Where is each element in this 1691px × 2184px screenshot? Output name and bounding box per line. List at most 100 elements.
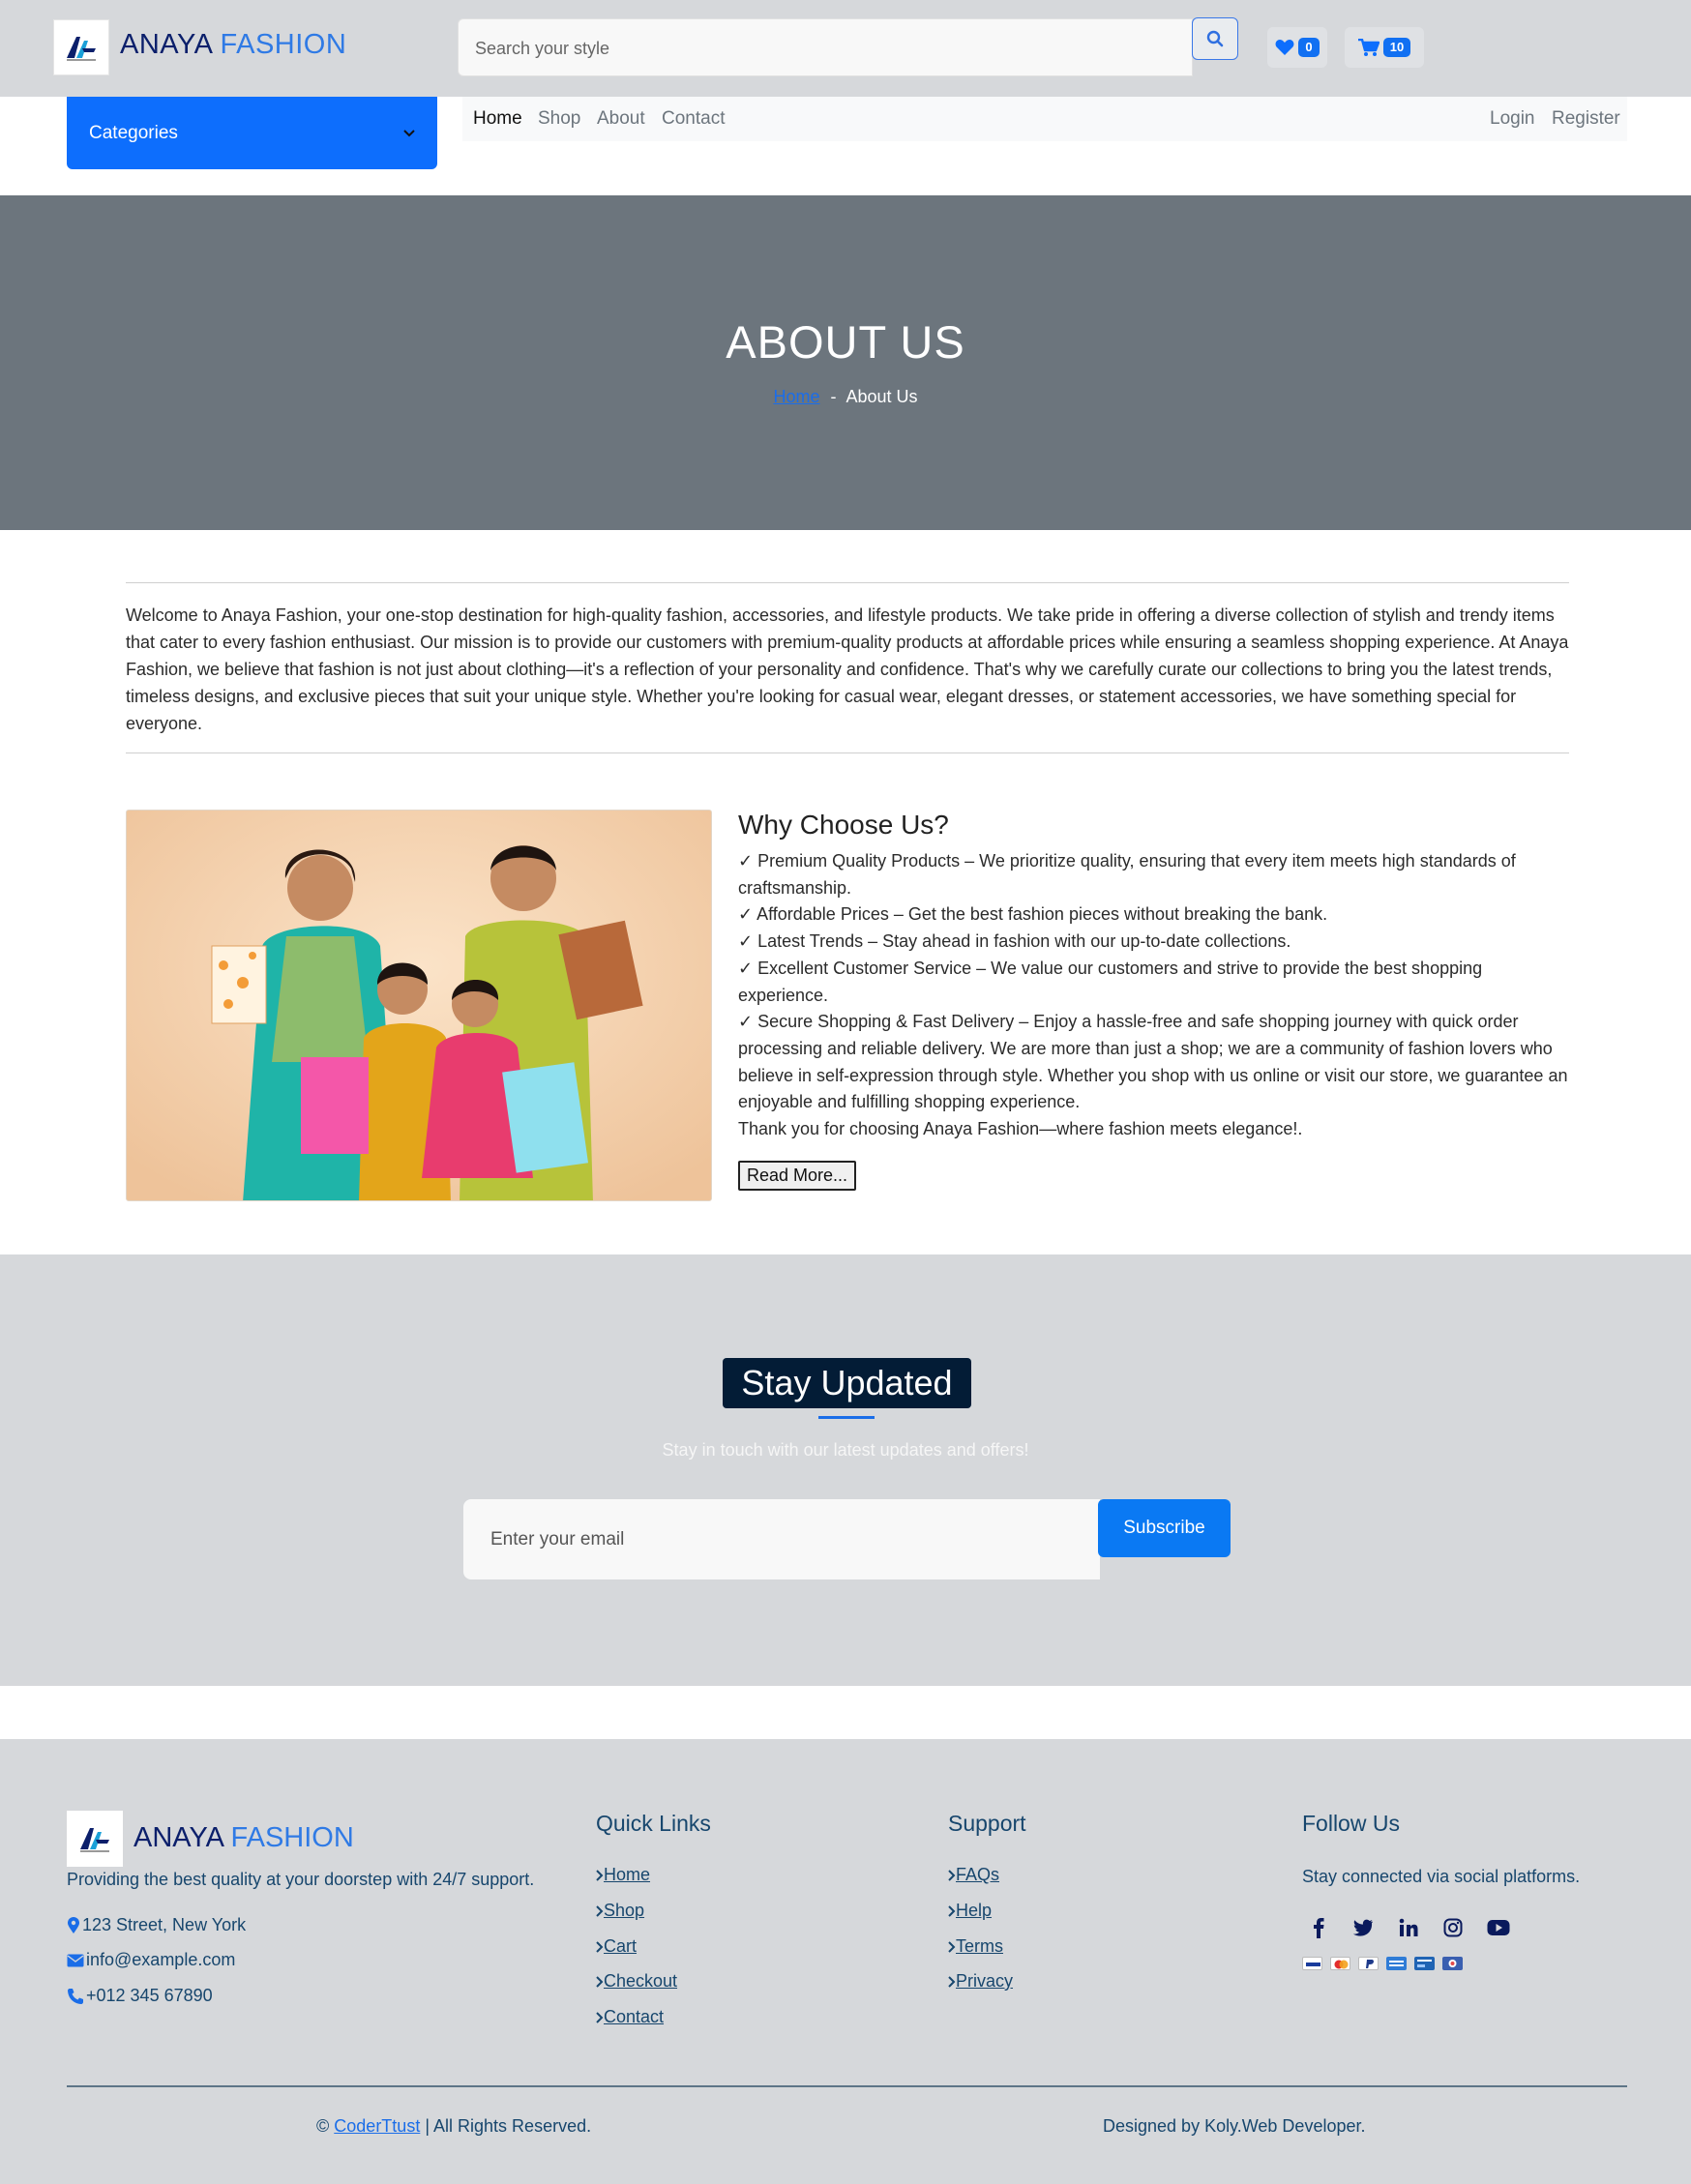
chevron-right-icon [948, 1904, 956, 1917]
follow-title: Follow Us [1302, 1811, 1400, 1836]
chevron-right-icon [596, 1975, 604, 1988]
footer-phone: +012 345 67890 [67, 1986, 213, 2006]
instagram-icon[interactable] [1439, 1913, 1468, 1942]
nav-link-contact[interactable]: Contact [662, 108, 725, 130]
follow-text: Stay connected via social platforms. [1302, 1867, 1581, 1886]
chevron-right-icon [596, 1940, 604, 1953]
newsletter-email-input[interactable]: Enter your email [463, 1499, 1100, 1579]
logo-mark-icon [67, 37, 96, 61]
footer-address-text: 123 Street, New York [82, 1915, 247, 1934]
footer-link-terms-label[interactable]: Terms [956, 1936, 1003, 1957]
envelope-icon [67, 1954, 84, 1966]
nav-link-home[interactable]: Home [473, 108, 522, 130]
chevron-down-icon [403, 129, 415, 136]
breadcrumb-current: About Us [846, 387, 918, 406]
footer-link-cart-label[interactable]: Cart [604, 1936, 637, 1957]
categories-dropdown[interactable]: Categories [67, 97, 437, 169]
footer-tagline: Providing the best quality at your doors… [67, 1870, 535, 1889]
bank-card-icon [1414, 1957, 1435, 1970]
nav-link-about[interactable]: About [597, 108, 645, 130]
footer-designed-by: Designed by Koly.Web Developer. [1103, 2116, 1366, 2136]
brand-name-part2: FASHION [220, 29, 347, 60]
footer-email: info@example.com [67, 1950, 235, 1970]
footer-address: 123 Street, New York [67, 1915, 246, 1935]
why-point-quality: ✓ Premium Quality Products – We prioriti… [738, 851, 1516, 898]
cart-icon [1357, 38, 1380, 56]
copyright-rest: | All Rights Reserved. [425, 2116, 592, 2136]
footer-logo[interactable] [67, 1811, 123, 1867]
heart-icon [1275, 40, 1294, 55]
footer-link-privacy-label[interactable]: Privacy [956, 1971, 1013, 1992]
footer-link-help-label[interactable]: Help [956, 1901, 992, 1921]
newsletter-title: Stay Updated [723, 1358, 971, 1408]
footer-link-contact-label[interactable]: Contact [604, 2007, 664, 2027]
footer-link-home-label[interactable]: Home [604, 1865, 650, 1885]
brand-name-part1: ANAYA [120, 29, 212, 60]
footer-link-help[interactable]: Help [948, 1901, 992, 1921]
nav-link-shop[interactable]: Shop [538, 108, 580, 130]
mastercard-icon [1330, 1957, 1350, 1970]
footer-brand-part1: ANAYA [134, 1822, 223, 1853]
family-shopping-image [126, 810, 712, 1201]
categories-label: Categories [89, 122, 178, 143]
footer-phone-text: +012 345 67890 [86, 1986, 213, 2005]
breadcrumb-separator: - [830, 387, 837, 406]
breadcrumb: Home - About Us [0, 387, 1691, 407]
search-icon [1206, 30, 1224, 47]
cart-count-badge: 10 [1382, 38, 1411, 57]
footer-link-home[interactable]: Home [596, 1865, 650, 1885]
intro-top-divider [126, 582, 1569, 583]
diners-icon [1442, 1957, 1463, 1970]
chevron-right-icon [596, 2011, 604, 2023]
why-point-delivery: ✓ Secure Shopping & Fast Delivery – Enjo… [738, 1012, 1568, 1112]
footer-link-checkout[interactable]: Checkout [596, 1971, 677, 1992]
about-intro-text: Welcome to Anaya Fashion, your one-stop … [126, 605, 1569, 733]
register-link[interactable]: Register [1552, 108, 1620, 130]
read-more-button[interactable]: Read More... [738, 1160, 857, 1191]
why-choose-section: Why Choose Us? ✓ Premium Quality Product… [738, 810, 1570, 1191]
subscribe-button[interactable]: Subscribe [1098, 1499, 1231, 1557]
chevron-right-icon [596, 1869, 604, 1881]
footer-link-terms[interactable]: Terms [948, 1936, 1003, 1957]
footer-divider [67, 2085, 1627, 2087]
footer-link-cart[interactable]: Cart [596, 1936, 637, 1957]
footer-link-shop[interactable]: Shop [596, 1901, 644, 1921]
map-marker-icon [68, 1916, 79, 1933]
wishlist-button[interactable]: 0 [1267, 27, 1327, 68]
breadcrumb-home-link[interactable]: Home [773, 387, 819, 406]
why-choose-title: Why Choose Us? [738, 810, 949, 840]
newsletter-subtitle: Stay in touch with our latest updates an… [662, 1440, 1029, 1460]
footer-link-contact[interactable]: Contact [596, 2007, 664, 2027]
top-header: ANAYA FASHION Search your style 0 10 [0, 0, 1691, 97]
copyright-link[interactable]: CoderTtust [334, 2116, 420, 2136]
footer-brand-name: ANAYA FASHION [134, 1822, 354, 1854]
footer-link-shop-label[interactable]: Shop [604, 1901, 644, 1921]
chevron-right-icon [596, 1904, 604, 1917]
chevron-right-icon [948, 1940, 956, 1953]
search-input[interactable]: Search your style [458, 18, 1193, 76]
support-title: Support [948, 1811, 1026, 1836]
footer-link-privacy[interactable]: Privacy [948, 1971, 1013, 1992]
brand-logo[interactable] [53, 19, 109, 75]
chevron-right-icon [948, 1975, 956, 1988]
newsletter-section: Stay Updated Stay in touch with our late… [0, 1254, 1691, 1686]
copyright-symbol: © [316, 2116, 330, 2136]
facebook-icon[interactable] [1304, 1913, 1333, 1942]
youtube-icon[interactable] [1484, 1913, 1513, 1942]
search-button[interactable] [1192, 17, 1238, 60]
footer-brand-part2: FASHION [230, 1822, 354, 1853]
why-point-prices: ✓ Affordable Prices – Get the best fashi… [738, 904, 1328, 925]
footer-link-faqs-label[interactable]: FAQs [956, 1865, 999, 1885]
cart-button[interactable]: 10 [1345, 27, 1424, 68]
footer-copyright: © CoderTtust | All Rights Reserved. [316, 2116, 591, 2137]
twitter-icon[interactable] [1349, 1913, 1378, 1942]
linkedin-icon[interactable] [1394, 1913, 1423, 1942]
why-thank-you: Thank you for choosing Anaya Fashion—whe… [738, 1119, 1303, 1139]
family-shopping-illustration [127, 811, 711, 1200]
amex-icon [1386, 1957, 1407, 1970]
brand-name[interactable]: ANAYA FASHION [120, 29, 346, 61]
footer-link-checkout-label[interactable]: Checkout [604, 1971, 677, 1992]
footer-link-faqs[interactable]: FAQs [948, 1865, 999, 1885]
why-point-trends: ✓ Latest Trends – Stay ahead in fashion … [738, 931, 1291, 952]
login-link[interactable]: Login [1490, 108, 1535, 130]
